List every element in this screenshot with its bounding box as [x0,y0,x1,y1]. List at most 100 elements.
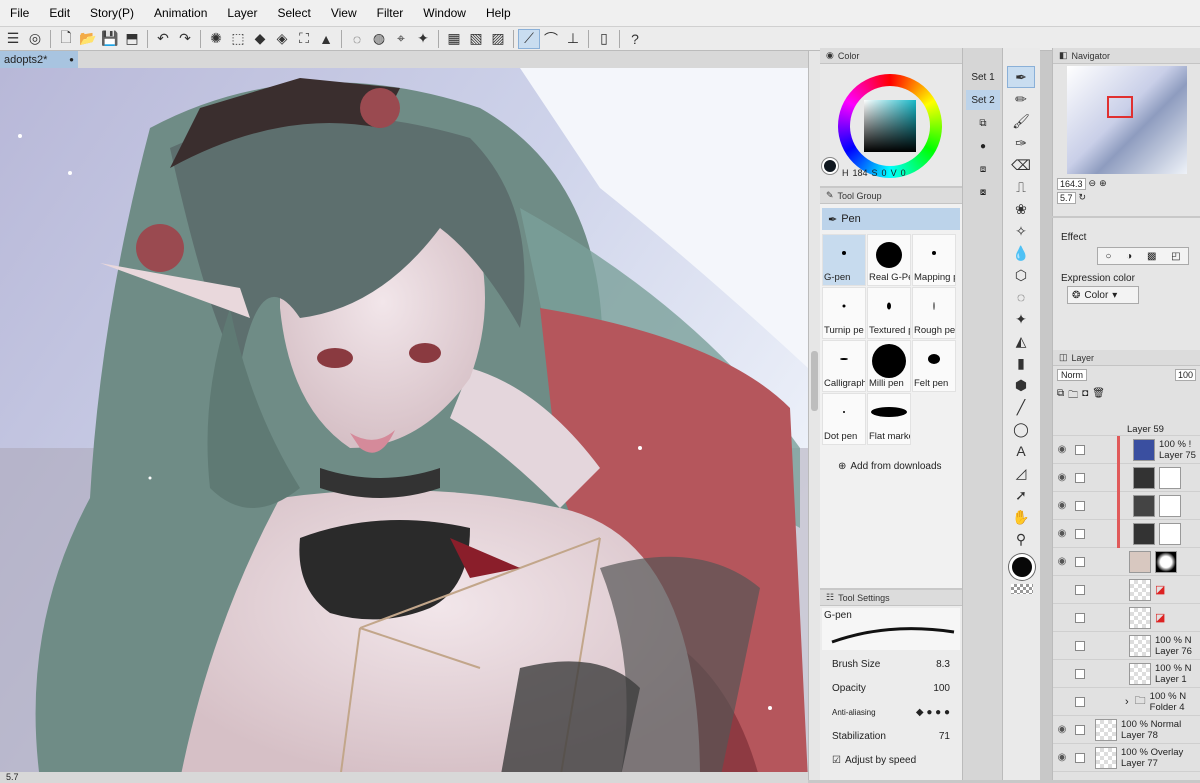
lock-checkbox[interactable] [1075,444,1085,455]
brush-turnip-pen[interactable]: Turnip pe [822,287,866,339]
lock-checkbox[interactable] [1075,528,1085,539]
transparent-swatch[interactable] [1011,584,1033,594]
lock-checkbox[interactable] [1075,584,1085,595]
layer-title[interactable]: Layer [1072,353,1095,363]
eye-icon[interactable]: ◉ [1055,472,1069,483]
line-tool-icon[interactable]: ╱ [1007,396,1035,418]
lasso-icon[interactable]: ◌ [346,29,368,49]
brush-mapping-pen[interactable]: Mapping p [912,234,956,286]
operation-tool-icon[interactable]: ➚ [1007,484,1035,506]
main-color-swatch[interactable] [822,158,838,174]
pen-tool-icon[interactable]: ✒ [1007,66,1035,88]
set-1-button[interactable]: Set 1 [966,67,1000,87]
brush-textured-pen[interactable]: Textured p [867,287,911,339]
brush-g-pen[interactable]: G-pen [822,234,866,286]
brush-rough-pen[interactable]: Rough pe [912,287,956,339]
phone-icon[interactable]: ▯ [593,29,615,49]
menu-filter[interactable]: Filter [367,6,414,20]
color-wheel-area[interactable]: H 184 S 0 V 0 [820,64,962,186]
canvas[interactable] [0,68,808,780]
export-image-icon[interactable]: ⧈ [966,159,1000,179]
navigator-preview[interactable] [1067,66,1187,174]
border-effect-icon[interactable]: ○ [1105,251,1111,262]
fill-bucket-icon[interactable]: ◈ [271,29,293,49]
3d-tool-icon[interactable]: ⬡ [1007,264,1035,286]
anti-aliasing-options[interactable]: ◆ ● ● ● [916,707,950,718]
layer-row[interactable]: 100 % N Layer 1 [1053,660,1200,688]
open-folder-icon[interactable]: 📂 [77,29,99,49]
cupcake-icon[interactable]: ▲ [315,29,337,49]
layer-row[interactable]: ◉ 100 % Overlay Layer 77 [1053,744,1200,772]
grid-icon[interactable]: ▦ [443,29,465,49]
scrollbar-thumb[interactable] [811,351,818,411]
lock-checkbox[interactable] [1075,668,1085,679]
new-layer-icon[interactable]: ⧉ [1057,388,1064,420]
help-icon[interactable]: ? [624,29,646,49]
blend-mode-select[interactable]: Norm [1057,369,1087,381]
opacity-row[interactable]: Opacity 100 [820,676,962,700]
layer-row[interactable]: ◉ [1053,548,1200,576]
drawing-color-swatch[interactable] [1009,554,1035,580]
fill-icon[interactable]: ◆ [249,29,271,49]
expression-color-select[interactable]: ❂ Color ▾ [1067,286,1139,304]
layer-row[interactable]: ◉ 100 % Normal Layer 78 [1053,716,1200,744]
snap-icon[interactable]: ▨ [487,29,509,49]
brush-real-g-pen[interactable]: Real G-Pe [867,234,911,286]
checkbox-icon[interactable]: ☑ [832,755,841,766]
brush-felt-pen[interactable]: Felt pen [912,340,956,392]
snap-ruler-icon[interactable]: ⟋ [518,28,540,49]
lock-checkbox[interactable] [1075,752,1085,763]
eye-icon[interactable]: ◉ [1055,444,1069,455]
lock-checkbox[interactable] [1075,556,1085,567]
lasso-add-icon[interactable]: ◍ [368,29,390,49]
brush-size-row[interactable]: Brush Size 8.3 [820,652,962,676]
menu-animation[interactable]: Animation [144,6,217,20]
balloon-tool-icon[interactable]: ◯ [1007,418,1035,440]
gradient-tool-icon[interactable]: ▮ [1007,352,1035,374]
effect-buttons[interactable]: ○ ◑ ▩ ◰ [1097,247,1189,265]
snap-special-icon[interactable]: ⌒ [540,29,562,49]
clear-icon[interactable]: ✺ [205,29,227,49]
export-icon[interactable]: ⬒ [121,29,143,49]
navigator-title[interactable]: Navigator [1072,51,1111,61]
brush-tool-icon[interactable]: 🖌 [1007,110,1035,132]
layer-row[interactable]: ◉ [1053,520,1200,548]
save-icon[interactable]: 💾 [99,29,121,49]
history-icon[interactable]: ⧉ [966,113,1000,133]
layer-row[interactable]: 100 % N Layer 76 [1053,632,1200,660]
text-tool-icon[interactable]: A [1007,440,1035,462]
menu-icon[interactable]: ☰ [2,29,24,49]
lock-checkbox[interactable] [1075,472,1085,483]
magic-wand-icon[interactable]: ✦ [412,29,434,49]
folder-row[interactable]: › 🗀 100 % N Folder 4 [1053,688,1200,716]
brush-size-value[interactable]: 8.3 [936,659,950,670]
eye-icon[interactable]: ◉ [1055,500,1069,511]
rotate-icon[interactable]: ↻ [1079,192,1087,204]
auto-select-icon[interactable]: ✦ [1007,308,1035,330]
eyedropper-tool-icon[interactable]: ⚲ [1007,528,1035,550]
set-2-button[interactable]: Set 2 [966,90,1000,110]
layer-row[interactable]: ◉ [1053,464,1200,492]
decoration-tool-icon[interactable]: ❀ [1007,198,1035,220]
layer-opacity-value[interactable]: 100 [1174,369,1196,381]
sub-tool-pen[interactable]: ✒ Pen [822,208,960,230]
object-tool-icon[interactable]: ⬢ [1007,374,1035,396]
close-icon[interactable]: ● [69,55,74,64]
select-layer-icon[interactable]: ⌖ [390,29,412,49]
mask-icon[interactable]: ◘ [1082,388,1088,420]
effect-tool-icon[interactable]: ✧ [1007,220,1035,242]
brush-milli-pen[interactable]: Milli pen [867,340,911,392]
hand-tool-icon[interactable]: ✋ [1007,506,1035,528]
import-image-icon[interactable]: ⧇ [966,182,1000,202]
stabilization-value[interactable]: 71 [939,731,950,742]
select-all-icon[interactable]: ⬚ [227,29,249,49]
brush-dot-pen[interactable]: Dot pen [822,393,866,445]
blend-tool-icon[interactable]: 💧 [1007,242,1035,264]
lock-checkbox[interactable] [1075,696,1085,707]
menu-help[interactable]: Help [476,6,521,20]
layer-row[interactable]: ◪ [1053,604,1200,632]
zoom-out-icon[interactable]: ⊖ [1089,178,1097,190]
fill-tool-icon[interactable]: ◭ [1007,330,1035,352]
folder-icon[interactable]: 🗀 [1068,388,1078,420]
eye-icon[interactable]: ◉ [1055,528,1069,539]
